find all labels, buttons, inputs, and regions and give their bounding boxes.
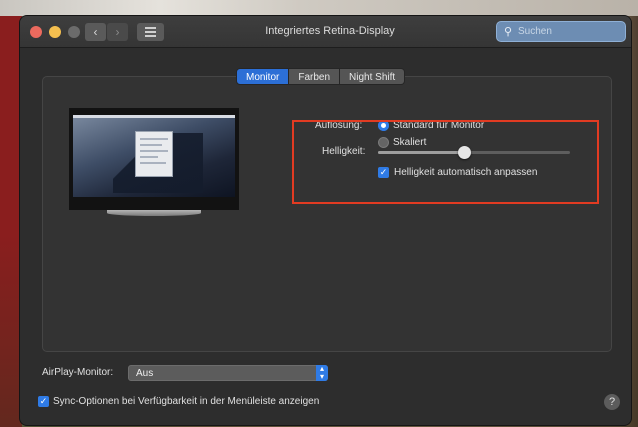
segmented-tabs: Monitor Farben Night Shift bbox=[236, 68, 406, 85]
help-button[interactable]: ? bbox=[604, 394, 620, 410]
show-all-button[interactable] bbox=[137, 23, 164, 41]
window-title: Integriertes Retina-Display bbox=[265, 25, 395, 37]
monitor-panel: Auflösung: Standard für Monitor Skaliert bbox=[42, 76, 612, 352]
airplay-select[interactable]: Aus ▴ ▾ bbox=[128, 365, 328, 381]
close-button[interactable] bbox=[30, 26, 42, 38]
system-preferences-window: ‹ › Integriertes Retina-Display ⚲ Suchen bbox=[20, 16, 631, 425]
sync-options-label[interactable]: Sync-Optionen bei Verfügbarkeit in der M… bbox=[53, 396, 319, 407]
preview-window bbox=[135, 131, 173, 177]
minimize-button[interactable] bbox=[49, 26, 61, 38]
back-button[interactable]: ‹ bbox=[85, 23, 106, 41]
monitor-stand bbox=[107, 210, 201, 216]
search-field[interactable]: ⚲ Suchen bbox=[496, 21, 626, 42]
grid-icon bbox=[145, 27, 156, 29]
titlebar: ‹ › Integriertes Retina-Display ⚲ Suchen bbox=[20, 16, 631, 48]
tab-farben[interactable]: Farben bbox=[289, 68, 341, 85]
monitor-preview bbox=[69, 108, 239, 210]
chevron-left-icon: ‹ bbox=[93, 25, 98, 39]
photo-background-top bbox=[0, 0, 638, 16]
search-placeholder: Suchen bbox=[518, 26, 552, 37]
zoom-button[interactable] bbox=[68, 26, 80, 38]
airplay-select-value: Aus bbox=[136, 368, 154, 379]
red-highlight-annotation bbox=[292, 120, 599, 204]
forward-button[interactable]: › bbox=[107, 23, 128, 41]
monitor-screen bbox=[73, 115, 235, 197]
airplay-label: AirPlay-Monitor: bbox=[42, 367, 114, 378]
chevron-right-icon: › bbox=[115, 25, 120, 39]
search-icon: ⚲ bbox=[504, 26, 513, 38]
sync-options-checkbox[interactable]: ✓ bbox=[38, 396, 49, 407]
tab-monitor[interactable]: Monitor bbox=[236, 68, 290, 85]
tab-night-shift[interactable]: Night Shift bbox=[340, 68, 406, 85]
chevron-updown-icon: ▴ ▾ bbox=[316, 365, 328, 381]
